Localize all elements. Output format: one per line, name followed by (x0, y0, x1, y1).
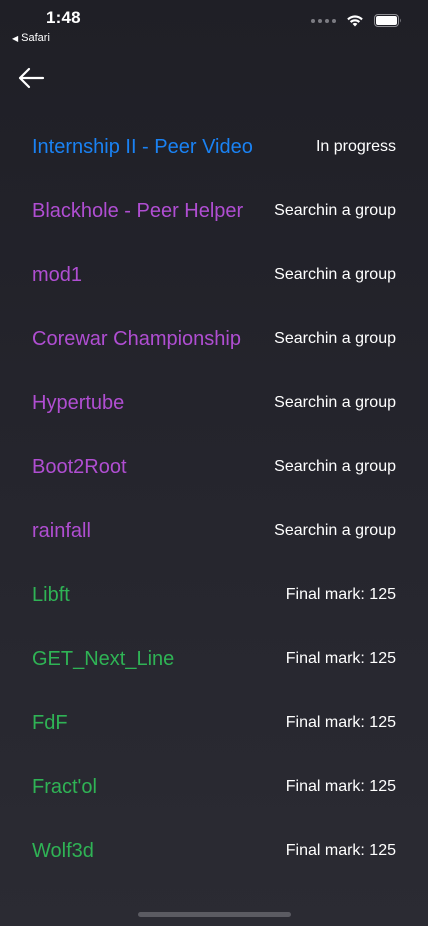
project-name: Internship II - Peer Video (32, 135, 253, 158)
back-to-app-label: Safari (21, 32, 50, 44)
project-name: GET_Next_Line (32, 647, 175, 670)
project-status: Final mark: 125 (285, 842, 396, 859)
wifi-icon (347, 15, 363, 27)
project-status: In progress (315, 138, 396, 155)
project-row[interactable]: Internship II - Peer Video In progress (0, 115, 428, 179)
status-icons (311, 14, 402, 27)
project-status: Final mark: 125 (285, 778, 396, 795)
project-name: Fract'ol (32, 775, 97, 798)
project-row[interactable]: Boot2Root Searchin a group (0, 435, 428, 499)
project-row[interactable]: Corewar Championship Searchin a group (0, 307, 428, 371)
project-row[interactable]: Fract'ol Final mark: 125 (0, 755, 428, 819)
project-row[interactable]: rainfall Searchin a group (0, 499, 428, 563)
project-name: Hypertube (32, 391, 125, 414)
project-status: Final mark: 125 (285, 714, 396, 731)
project-status: Final mark: 125 (285, 650, 396, 667)
project-name: mod1 (32, 263, 83, 286)
back-to-app-link[interactable]: ◀ Safari (12, 32, 50, 44)
project-status: Searchin a group (274, 330, 396, 347)
project-name: FdF (32, 711, 68, 734)
project-list: Internship II - Peer Video In progress Bla… (0, 115, 428, 883)
project-name: Corewar Championship (32, 327, 241, 350)
project-row[interactable]: FdF Final mark: 125 (0, 691, 428, 755)
project-name: Boot2Root (32, 455, 127, 478)
project-name: Libft (32, 583, 70, 606)
project-row[interactable]: Wolf3d Final mark: 125 (0, 819, 428, 883)
project-row[interactable]: mod1 Searchin a group (0, 243, 428, 307)
battery-icon (374, 14, 401, 27)
signal-dots-icon (311, 18, 336, 23)
project-row[interactable]: GET_Next_Line Final mark: 125 (0, 627, 428, 691)
status-time: 1:48 (46, 8, 81, 27)
project-name: Blackhole - Peer Helper (32, 199, 244, 222)
project-status: Searchin a group (274, 202, 396, 219)
project-name: Wolf3d (32, 839, 94, 862)
arrow-left-icon (18, 67, 45, 89)
back-triangle-icon: ◀ (12, 33, 19, 43)
project-status: Searchin a group (274, 266, 396, 283)
project-row[interactable]: Blackhole - Peer Helper Searchin a group (0, 179, 428, 243)
project-name: rainfall (32, 519, 91, 542)
project-row[interactable]: Hypertube Searchin a group (0, 371, 428, 435)
status-bar: 1:48 ◀ Safari (0, 0, 428, 50)
back-button[interactable] (14, 62, 48, 94)
project-status: Searchin a group (274, 458, 396, 475)
project-status: Searchin a group (274, 522, 396, 539)
project-row[interactable]: Libft Final mark: 125 (0, 563, 428, 627)
project-status: Searchin a group (274, 394, 396, 411)
home-indicator[interactable] (138, 912, 291, 917)
project-status: Final mark: 125 (285, 586, 396, 603)
